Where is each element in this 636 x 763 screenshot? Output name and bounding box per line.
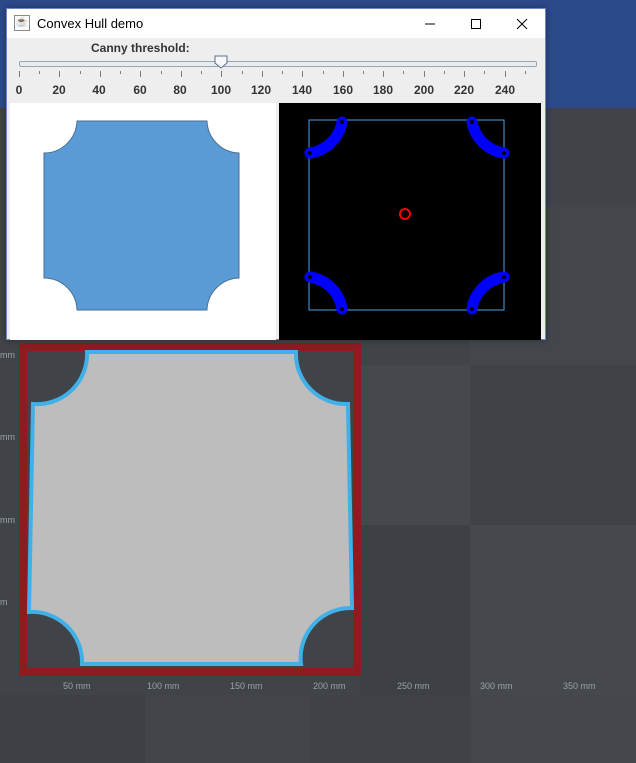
slider-tick <box>464 71 465 77</box>
bottom-axis-label: 200 mm <box>313 681 346 691</box>
maximize-button[interactable] <box>453 9 499 38</box>
tick-label: 240 <box>494 83 516 97</box>
contour-vertices <box>308 120 506 311</box>
threshold-slider-track[interactable] <box>19 61 537 67</box>
source-image-panel <box>10 103 276 340</box>
bottom-axis-label: 50 mm <box>63 681 91 691</box>
tick-label: 140 <box>291 83 313 97</box>
slider-tick <box>302 71 303 77</box>
bottom-axis-label: 250 mm <box>397 681 430 691</box>
slider-label: Canny threshold: <box>91 41 190 55</box>
java-cup-icon: ☕ <box>14 15 30 31</box>
centroid-marker <box>399 208 411 220</box>
slider-tick <box>525 71 526 74</box>
tick-label: 200 <box>413 83 435 97</box>
hull-result-drawing <box>304 116 510 315</box>
close-icon <box>516 18 528 29</box>
minimize-button[interactable] <box>407 9 453 38</box>
slider-tick <box>19 71 20 77</box>
threshold-slider-thumb[interactable] <box>214 55 228 69</box>
tick-label: 80 <box>173 83 187 97</box>
contour-segments <box>304 116 510 315</box>
slider-tick <box>140 71 141 77</box>
slider-tick <box>39 71 40 74</box>
slider-tick <box>484 71 485 74</box>
slider-tick <box>201 71 202 74</box>
slider-tick <box>282 71 283 74</box>
slider-tick <box>363 71 364 74</box>
slider-tick <box>323 71 324 74</box>
slider-tick <box>181 71 182 77</box>
window-content: Canny threshold: 0 20 40 60 80 100 120 1… <box>7 38 545 340</box>
convex-hull-window[interactable]: ☕ Convex Hull demo Canny threshold: 0 20… <box>6 8 546 340</box>
minimize-icon <box>425 23 435 24</box>
bottom-axis-label: 100 mm <box>147 681 180 691</box>
slider-tick <box>242 71 243 74</box>
slider-tick <box>505 71 506 77</box>
tick-label: 220 <box>453 83 475 97</box>
title-bar[interactable]: ☕ Convex Hull demo <box>7 9 545 38</box>
source-shape <box>43 120 240 311</box>
slider-tick <box>383 71 384 77</box>
maximize-icon <box>471 18 481 29</box>
slider-tick <box>100 71 101 77</box>
window-title: Convex Hull demo <box>37 16 144 31</box>
slider-tick <box>403 71 404 74</box>
tick-label: 180 <box>372 83 394 97</box>
tick-label: 40 <box>92 83 106 97</box>
hull-result-panel <box>279 103 541 340</box>
slider-tick <box>161 71 162 74</box>
tick-label: 160 <box>332 83 354 97</box>
slider-tick <box>343 71 344 77</box>
bottom-axis-label: 150 mm <box>230 681 263 691</box>
tick-label: 0 <box>15 83 23 97</box>
slider-tick <box>221 71 222 77</box>
close-button[interactable] <box>499 9 545 38</box>
tick-label: 100 <box>210 83 232 97</box>
tick-label: 20 <box>52 83 66 97</box>
slider-tick <box>424 71 425 77</box>
bottom-axis-label: 350 mm <box>563 681 596 691</box>
slider-tick <box>444 71 445 74</box>
slider-tick <box>262 71 263 77</box>
slider-tick <box>59 71 60 77</box>
convex-hull-outline <box>308 119 505 311</box>
bottom-axis-label: 300 mm <box>480 681 513 691</box>
tick-label: 60 <box>133 83 147 97</box>
tick-label: 120 <box>250 83 272 97</box>
part-body <box>26 350 355 666</box>
slider-tick <box>80 71 81 74</box>
slider-tick <box>120 71 121 74</box>
